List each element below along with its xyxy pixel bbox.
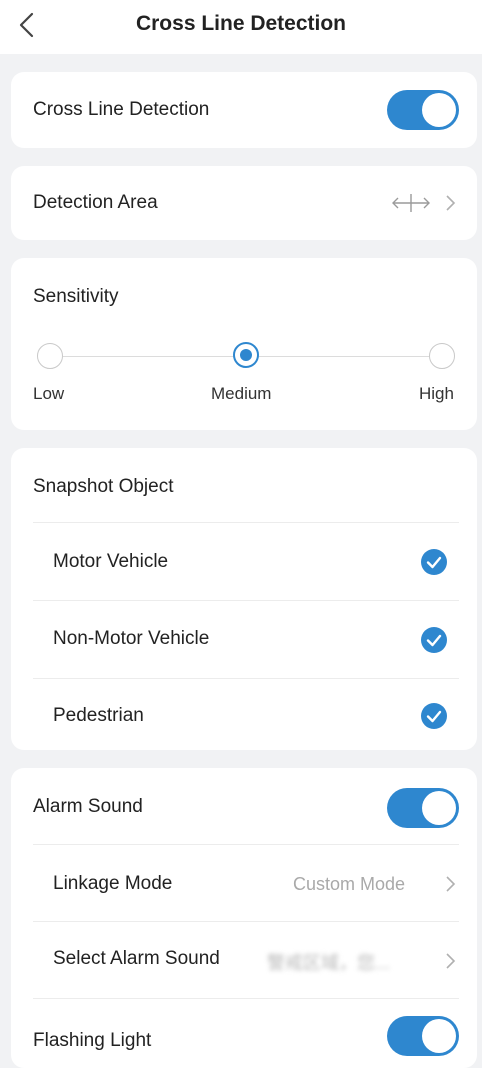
detection-card: Cross Line Detection xyxy=(11,72,477,148)
linkage-mode-row[interactable]: Linkage Mode Custom Mode xyxy=(11,845,477,921)
select-alarm-sound-label: Select Alarm Sound xyxy=(53,948,220,969)
linkage-mode-value: Custom Mode xyxy=(293,874,406,894)
linkage-mode-label: Linkage Mode xyxy=(53,873,173,894)
flashing-light-toggle[interactable] xyxy=(387,1016,459,1056)
chevron-right-icon xyxy=(446,195,456,211)
checkmark-icon[interactable] xyxy=(421,703,447,729)
sensitivity-title: Sensitivity xyxy=(33,286,119,307)
chevron-right-icon xyxy=(446,953,456,969)
sensitivity-high-label: High xyxy=(419,384,454,403)
snapshot-item-pedestrian[interactable]: Pedestrian xyxy=(11,679,477,750)
snapshot-card: Snapshot Object Motor Vehicle Non-Motor … xyxy=(11,448,477,750)
sensitivity-card: Sensitivity Low Medium High xyxy=(11,258,477,430)
toggle-knob xyxy=(422,93,456,127)
checkmark-icon[interactable] xyxy=(421,549,447,575)
flashing-light-label: Flashing Light xyxy=(33,1030,152,1051)
checkmark-icon[interactable] xyxy=(421,627,447,653)
detection-label: Cross Line Detection xyxy=(33,99,210,120)
select-alarm-sound-row[interactable]: Select Alarm Sound 警戒区域，您... xyxy=(11,922,477,998)
cross-line-arrows-icon xyxy=(392,194,430,212)
toggle-knob xyxy=(422,1019,456,1053)
chevron-right-icon xyxy=(446,876,456,892)
alarm-sound-value: 警戒区域，您... xyxy=(267,953,391,973)
detection-area-label: Detection Area xyxy=(33,192,158,213)
divider xyxy=(33,998,459,999)
alarm-sound-label: Alarm Sound xyxy=(33,796,143,817)
top-bar: Cross Line Detection xyxy=(0,0,482,54)
sensitivity-low-radio[interactable] xyxy=(37,343,63,369)
detection-toggle[interactable] xyxy=(387,90,459,130)
page-title: Cross Line Detection xyxy=(135,12,347,35)
list-item-label: Motor Vehicle xyxy=(53,551,169,572)
sensitivity-low-label: Low xyxy=(33,384,65,403)
snapshot-title: Snapshot Object xyxy=(33,476,174,497)
alarm-sound-toggle[interactable] xyxy=(387,788,459,828)
detection-area-card[interactable]: Detection Area xyxy=(11,166,477,240)
snapshot-item-motor-vehicle[interactable]: Motor Vehicle xyxy=(11,523,477,600)
sensitivity-high-radio[interactable] xyxy=(429,343,455,369)
snapshot-item-non-motor-vehicle[interactable]: Non-Motor Vehicle xyxy=(11,601,477,678)
list-item-label: Non-Motor Vehicle xyxy=(53,628,210,649)
sensitivity-medium-label: Medium xyxy=(211,384,272,403)
toggle-knob xyxy=(422,791,456,825)
alarm-card: Alarm Sound Linkage Mode Custom Mode Sel… xyxy=(11,768,477,1068)
sensitivity-medium-radio[interactable] xyxy=(233,342,259,368)
list-item-label: Pedestrian xyxy=(53,705,144,726)
